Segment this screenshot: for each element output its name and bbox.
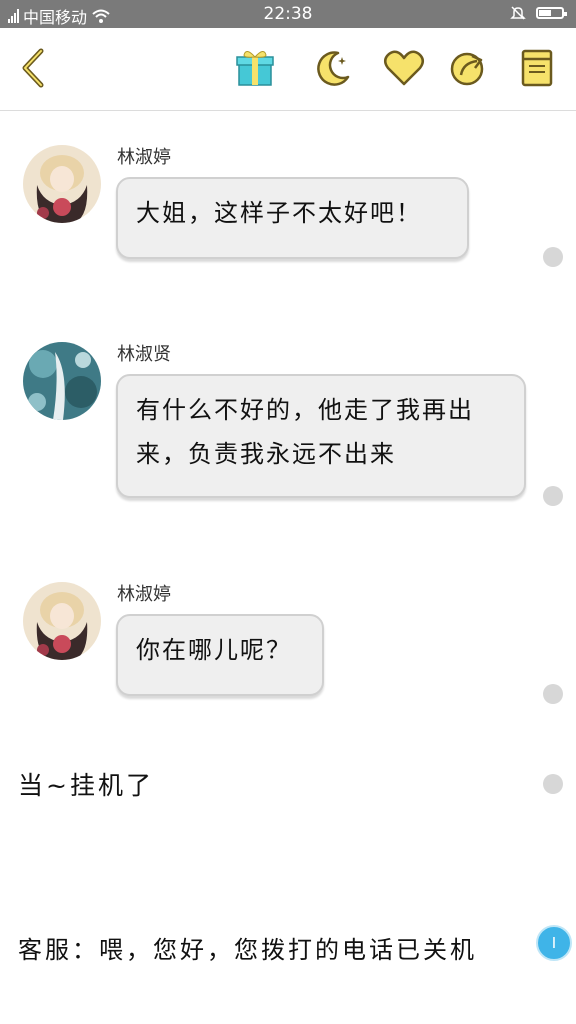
read-indicator-dot: [543, 684, 563, 704]
message-bubble[interactable]: 你在哪儿呢？: [116, 614, 324, 696]
narration-line: 当~挂机了: [18, 771, 154, 800]
gift-icon: [236, 51, 274, 86]
message-bubble[interactable]: 大姐，这样子不太好吧！: [116, 177, 469, 259]
heart-icon: [384, 50, 424, 86]
read-indicator-dot: [543, 486, 563, 506]
sender-name: 林淑婷: [117, 584, 171, 605]
share-icon: [450, 52, 484, 86]
narration-line: 客服：喂，您好，您拨打的电话已关机: [18, 936, 477, 964]
status-right: [510, 5, 567, 21]
back-button[interactable]: [8, 44, 56, 92]
message-text: 大姐，这样子不太好吧！: [136, 199, 422, 227]
read-indicator-dot: [543, 247, 563, 267]
toolbar: [0, 28, 576, 111]
clock: 22:38: [263, 4, 313, 24]
avatar-image: [23, 145, 101, 223]
status-bar: 中国移动 22:38: [0, 0, 576, 28]
like-button[interactable]: [380, 44, 428, 92]
mute-icon: [510, 6, 526, 20]
message-text: 有什么不好的，他走了我再出来，负责我永远不出来: [136, 396, 474, 468]
avatar-image: [23, 342, 101, 420]
moon-icon: [317, 51, 350, 86]
battery-level: [539, 10, 551, 16]
notebook-button[interactable]: [513, 44, 561, 92]
notebook-icon: [521, 49, 553, 87]
next-indicator-dot[interactable]: I: [536, 925, 572, 961]
share-button[interactable]: [444, 44, 492, 92]
back-chevron-icon: [22, 48, 44, 88]
avatar-sender-1[interactable]: [23, 145, 101, 223]
message-text: 你在哪儿呢？: [136, 636, 292, 664]
message-bubble[interactable]: 有什么不好的，他走了我再出来，负责我永远不出来: [116, 374, 526, 498]
next-indicator-label: I: [551, 934, 557, 952]
avatar-sender-3[interactable]: [23, 582, 101, 660]
night-mode-button[interactable]: [309, 44, 357, 92]
read-indicator-dot: [543, 774, 563, 794]
avatar-sender-2[interactable]: [23, 342, 101, 420]
sender-name: 林淑贤: [117, 344, 171, 365]
gift-button[interactable]: [231, 44, 279, 92]
sender-name: 林淑婷: [117, 147, 171, 168]
battery-icon: [536, 7, 567, 19]
avatar-image: [23, 582, 101, 660]
